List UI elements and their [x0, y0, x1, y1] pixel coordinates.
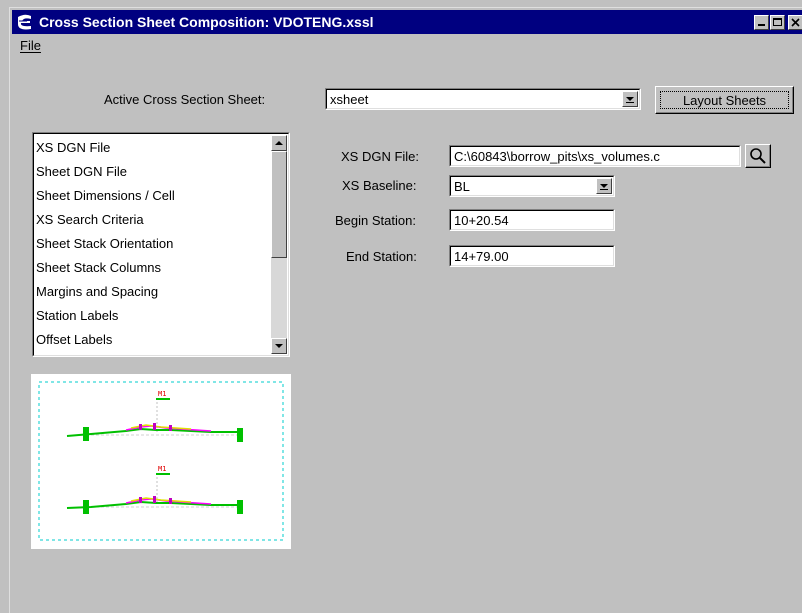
- menu-file[interactable]: File: [20, 38, 41, 53]
- active-sheet-label: Active Cross Section Sheet:: [104, 92, 266, 107]
- list-item[interactable]: Margins and Spacing: [36, 284, 158, 299]
- layout-sheets-button[interactable]: Layout Sheets: [655, 86, 794, 114]
- arrow-down-icon: [275, 344, 283, 348]
- list-item[interactable]: XS DGN File: [36, 140, 110, 155]
- window-title: Cross Section Sheet Composition: VDOTENG…: [39, 14, 374, 30]
- minimize-button[interactable]: [754, 15, 769, 30]
- list-item[interactable]: XS Search Criteria: [36, 212, 144, 227]
- active-sheet-value: xsheet: [330, 92, 369, 107]
- xs-baseline-value: BL: [454, 179, 470, 194]
- arrow-up-icon: [275, 141, 283, 145]
- xs-baseline-label: XS Baseline:: [342, 178, 417, 193]
- xs-baseline-dropdown[interactable]: BL: [449, 175, 615, 197]
- scroll-up-button[interactable]: [271, 135, 287, 151]
- search-icon: [750, 148, 766, 164]
- xs-dgn-file-value: C:\60843\borrow_pits\xs_volumes.c: [454, 149, 660, 164]
- end-station-input[interactable]: 14+79.00: [449, 245, 615, 267]
- sheet-label-1: M1: [158, 390, 166, 398]
- xs-dgn-file-input[interactable]: C:\60843\borrow_pits\xs_volumes.c: [449, 145, 741, 167]
- sheet-preview: M1 M1: [31, 374, 291, 549]
- chevron-down-icon[interactable]: [596, 178, 612, 194]
- list-scrollbar[interactable]: [271, 135, 287, 354]
- close-button[interactable]: [788, 15, 802, 30]
- list-item[interactable]: Sheet Dimensions / Cell: [36, 188, 175, 203]
- list-item[interactable]: Sheet DGN File: [36, 164, 127, 179]
- xs-dgn-file-label: XS DGN File:: [341, 149, 420, 164]
- maximize-button[interactable]: [770, 15, 785, 30]
- minimize-icon: [758, 24, 765, 26]
- chevron-down-icon[interactable]: [622, 91, 638, 107]
- scroll-thumb[interactable]: [271, 151, 287, 258]
- list-item[interactable]: Sheet Stack Orientation: [36, 236, 173, 251]
- begin-station-value: 10+20.54: [454, 213, 509, 228]
- category-list[interactable]: XS DGN File Sheet DGN File Sheet Dimensi…: [32, 132, 290, 357]
- list-item[interactable]: Offset Labels: [36, 332, 112, 347]
- list-item[interactable]: Sheet Stack Columns: [36, 260, 161, 275]
- begin-station-input[interactable]: 10+20.54: [449, 209, 615, 231]
- scroll-down-button[interactable]: [271, 338, 287, 354]
- active-sheet-dropdown[interactable]: xsheet: [325, 88, 641, 110]
- maximize-icon: [773, 18, 782, 26]
- menu-bar: File: [12, 36, 802, 56]
- title-bar[interactable]: Cross Section Sheet Composition: VDOTENG…: [12, 10, 802, 34]
- end-station-value: 14+79.00: [454, 249, 509, 264]
- close-icon: [791, 18, 800, 27]
- sheet-preview-drawing: M1 M1: [38, 381, 284, 541]
- list-item[interactable]: Station Labels: [36, 308, 118, 323]
- layout-sheets-label: Layout Sheets: [682, 93, 767, 108]
- end-station-label: End Station:: [346, 249, 417, 264]
- begin-station-label: Begin Station:: [335, 213, 416, 228]
- sheet-label-2: M1: [158, 465, 166, 473]
- browse-button[interactable]: [745, 144, 771, 168]
- app-logo-icon: [18, 14, 31, 30]
